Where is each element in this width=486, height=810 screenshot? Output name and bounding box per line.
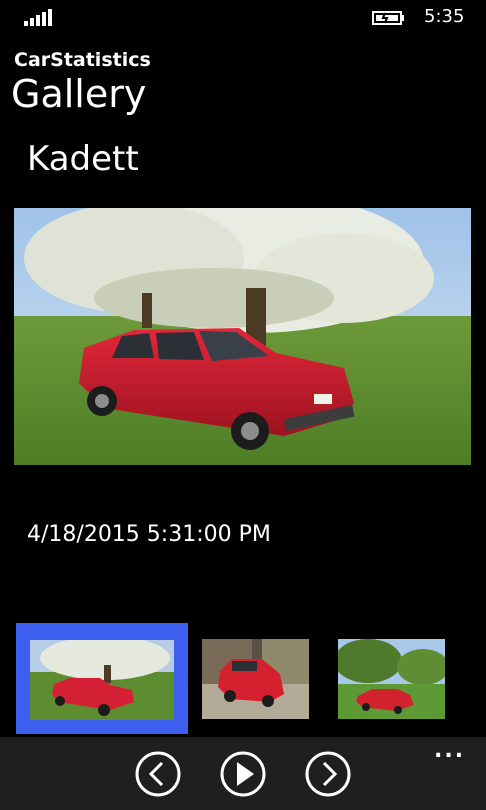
thumbnail-selected[interactable] [16, 623, 188, 734]
app-bar [0, 737, 486, 810]
app-title: CarStatistics [14, 49, 151, 71]
more-options-button[interactable]: ... [434, 738, 465, 763]
thumbnail-meadow[interactable] [338, 639, 445, 719]
page-title: Gallery [11, 72, 147, 116]
car-photo [14, 208, 471, 465]
signal-bars-icon [24, 8, 56, 26]
thumbnail-image [30, 640, 174, 720]
status-bar: 5:35 [0, 0, 486, 34]
battery-charging-icon [372, 11, 404, 25]
thumbnail-driveway[interactable] [202, 639, 309, 719]
next-icon[interactable] [305, 751, 351, 797]
previous-icon[interactable] [135, 751, 181, 797]
photo-timestamp: 4/18/2015 5:31:00 PM [27, 522, 271, 547]
car-name: Kadett [27, 139, 139, 179]
clock: 5:35 [424, 6, 465, 27]
play-icon[interactable] [220, 751, 266, 797]
thumbnail-strip[interactable] [0, 620, 486, 736]
